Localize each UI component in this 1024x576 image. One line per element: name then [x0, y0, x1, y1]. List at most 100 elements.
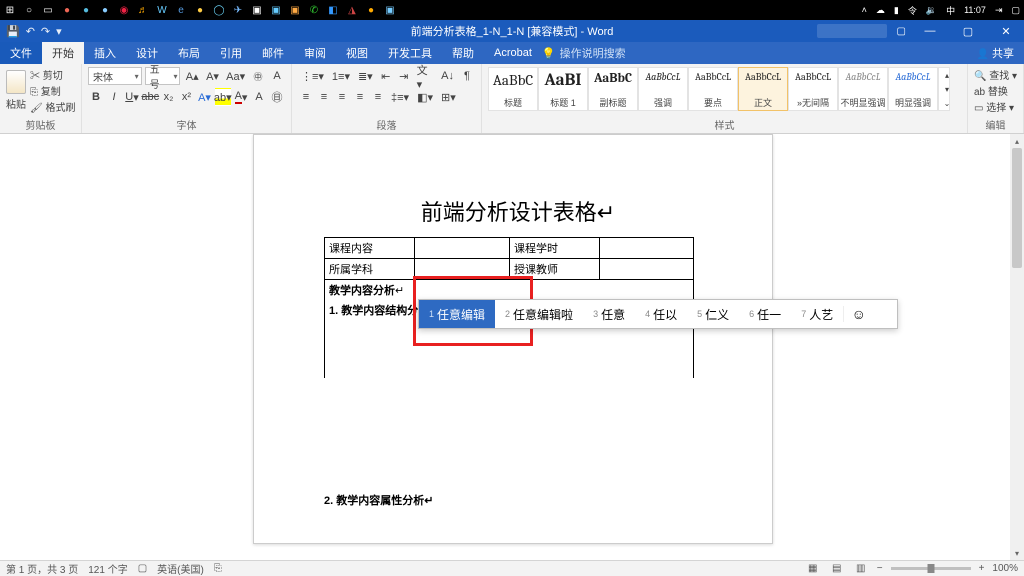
ime-candidate-bar[interactable]: 1任意编辑 2任意编辑啦 3任意 4任以 5仁义 6任一 7人艺 ☺ [418, 299, 898, 329]
task-icon[interactable]: ▣ [384, 4, 396, 16]
page-indicator[interactable]: 第 1 页，共 3 页 [6, 561, 78, 576]
highlight-button[interactable]: ab▾ [215, 88, 232, 106]
font-family-select[interactable]: 宋体 [88, 67, 142, 85]
insert-mode[interactable]: ⎘ [214, 563, 222, 574]
asian-layout-button[interactable]: 文▾ [414, 67, 437, 85]
tray-icon[interactable]: ⇥ [995, 5, 1003, 16]
task-icon[interactable]: ● [80, 4, 92, 16]
tab-view[interactable]: 视图 [336, 42, 378, 64]
align-left-button[interactable]: ≡ [298, 88, 314, 106]
distributed-button[interactable]: ≡ [370, 88, 386, 106]
battery-icon[interactable]: ▮ [894, 5, 899, 16]
zoom-slider[interactable] [891, 567, 971, 570]
scroll-up-button[interactable]: ▴ [1010, 134, 1024, 148]
task-icon[interactable]: ● [194, 4, 206, 16]
style-item[interactable]: AaBbCcL明显强调 [888, 67, 938, 111]
vertical-scrollbar[interactable]: ▴ ▾ [1010, 134, 1024, 560]
text-effects-button[interactable]: A▾ [197, 88, 213, 106]
change-case-button[interactable]: Aa▾ [224, 67, 247, 85]
undo-icon[interactable]: ↶ [26, 25, 35, 38]
scroll-down-button[interactable]: ▾ [1010, 546, 1024, 560]
style-item[interactable]: AaBbCcL正文 [738, 67, 788, 111]
print-layout-button[interactable]: ▤ [829, 562, 845, 576]
ime-emoji-button[interactable]: ☺ [843, 306, 873, 322]
ime-candidate[interactable]: 7人艺 [791, 300, 843, 328]
italic-button[interactable]: I [106, 88, 122, 106]
wifi-icon[interactable]: 令 [908, 4, 917, 17]
style-item[interactable]: AaBbC标题 [488, 67, 538, 111]
font-size-select[interactable]: 五号 [145, 67, 181, 85]
ime-candidate[interactable]: 4任以 [635, 300, 687, 328]
read-mode-button[interactable]: ▦ [805, 562, 821, 576]
ime-candidate[interactable]: 6任一 [739, 300, 791, 328]
qat-more-icon[interactable]: ▾ [56, 25, 62, 38]
ime-lang[interactable]: 中 [946, 4, 955, 17]
cortana-icon[interactable]: ○ [23, 4, 35, 16]
tab-layout[interactable]: 布局 [168, 42, 210, 64]
taskview-icon[interactable]: ▭ [42, 4, 54, 16]
redo-icon[interactable]: ↷ [41, 25, 50, 38]
task-icon[interactable]: ✆ [308, 4, 320, 16]
styles-down-button[interactable]: ▾ [939, 82, 955, 96]
task-icon[interactable]: ● [99, 4, 111, 16]
close-button[interactable]: ✕ [992, 20, 1020, 42]
tell-me-search[interactable]: 💡 操作说明搜索 [542, 42, 626, 64]
indent-left-button[interactable]: ⇤ [378, 67, 394, 85]
ime-candidate[interactable]: 5仁义 [687, 300, 739, 328]
task-icon[interactable]: ♬ [137, 4, 149, 16]
task-icon[interactable]: e [175, 4, 187, 16]
sort-button[interactable]: A↓ [438, 67, 457, 85]
scroll-thumb[interactable] [1012, 148, 1022, 268]
spellcheck-icon[interactable]: ▢ [138, 563, 147, 574]
bold-button[interactable]: B [88, 88, 104, 106]
style-item[interactable]: AaBbCcL强调 [638, 67, 688, 111]
shrink-font-button[interactable]: A▾ [204, 67, 221, 85]
select-button[interactable]: ▭ 选择 ▾ [974, 99, 1017, 114]
cloud-icon[interactable]: ☁ [876, 5, 885, 16]
web-layout-button[interactable]: ▥ [853, 562, 869, 576]
char-border-button[interactable]: A [269, 67, 285, 85]
share-button[interactable]: 👤 共享 [977, 45, 1014, 61]
ribbon-options-icon[interactable]: ▢ [897, 26, 906, 37]
task-icon[interactable]: ◮ [346, 4, 358, 16]
enclose-char-button[interactable]: ㊐ [269, 88, 285, 106]
tray-icon[interactable]: ˄ [862, 5, 867, 15]
save-icon[interactable]: 💾 [6, 25, 20, 38]
grow-font-button[interactable]: A▴ [183, 67, 200, 85]
notification-icon[interactable]: ▢ [1011, 5, 1020, 16]
user-badge[interactable] [817, 24, 887, 38]
paste-button[interactable]: 粘贴 [6, 67, 26, 111]
style-item[interactable]: AaBbCcL不明显强调 [838, 67, 888, 111]
language-indicator[interactable]: 英语(美国) [157, 561, 204, 576]
task-icon[interactable]: ◉ [118, 4, 130, 16]
replace-button[interactable]: ab 替换 [974, 83, 1017, 98]
align-center-button[interactable]: ≡ [316, 88, 332, 106]
style-item[interactable]: AaBI标题 1 [538, 67, 588, 111]
shading-button[interactable]: ◧▾ [414, 88, 436, 106]
document-page[interactable]: 前端分析设计表格↵ 课程内容课程学时 所属学科授课教师 教学内容分析↵ 1. 教… [253, 134, 773, 544]
numbering-button[interactable]: 1≡▾ [329, 67, 353, 85]
superscript-button[interactable]: x² [179, 88, 195, 106]
tab-home[interactable]: 开始 [42, 42, 84, 64]
volume-icon[interactable]: 🔉 [926, 5, 937, 16]
task-icon[interactable]: ◯ [213, 4, 225, 16]
zoom-out-button[interactable]: − [877, 563, 883, 574]
task-icon[interactable]: ▣ [289, 4, 301, 16]
task-icon[interactable]: ▣ [270, 4, 282, 16]
ime-candidate[interactable]: 1任意编辑 [419, 300, 495, 328]
task-icon[interactable]: ◧ [327, 4, 339, 16]
tab-insert[interactable]: 插入 [84, 42, 126, 64]
format-painter-button[interactable]: 🖌 格式刷 [30, 99, 75, 114]
document-area[interactable]: 前端分析设计表格↵ 课程内容课程学时 所属学科授课教师 教学内容分析↵ 1. 教… [0, 134, 1024, 560]
maximize-button[interactable]: ▢ [954, 20, 982, 42]
line-spacing-button[interactable]: ‡≡▾ [388, 88, 412, 106]
copy-button[interactable]: ⎘ 复制 [30, 83, 75, 98]
show-marks-button[interactable]: ¶ [459, 67, 475, 85]
task-icon[interactable]: ● [61, 4, 73, 16]
multilevel-button[interactable]: ≣▾ [355, 67, 376, 85]
styles-up-button[interactable]: ▴ [939, 68, 955, 82]
tab-acrobat[interactable]: Acrobat [484, 42, 542, 64]
clock[interactable]: 11:07 [964, 5, 986, 15]
underline-button[interactable]: U▾ [124, 88, 140, 106]
task-icon[interactable]: ● [365, 4, 377, 16]
